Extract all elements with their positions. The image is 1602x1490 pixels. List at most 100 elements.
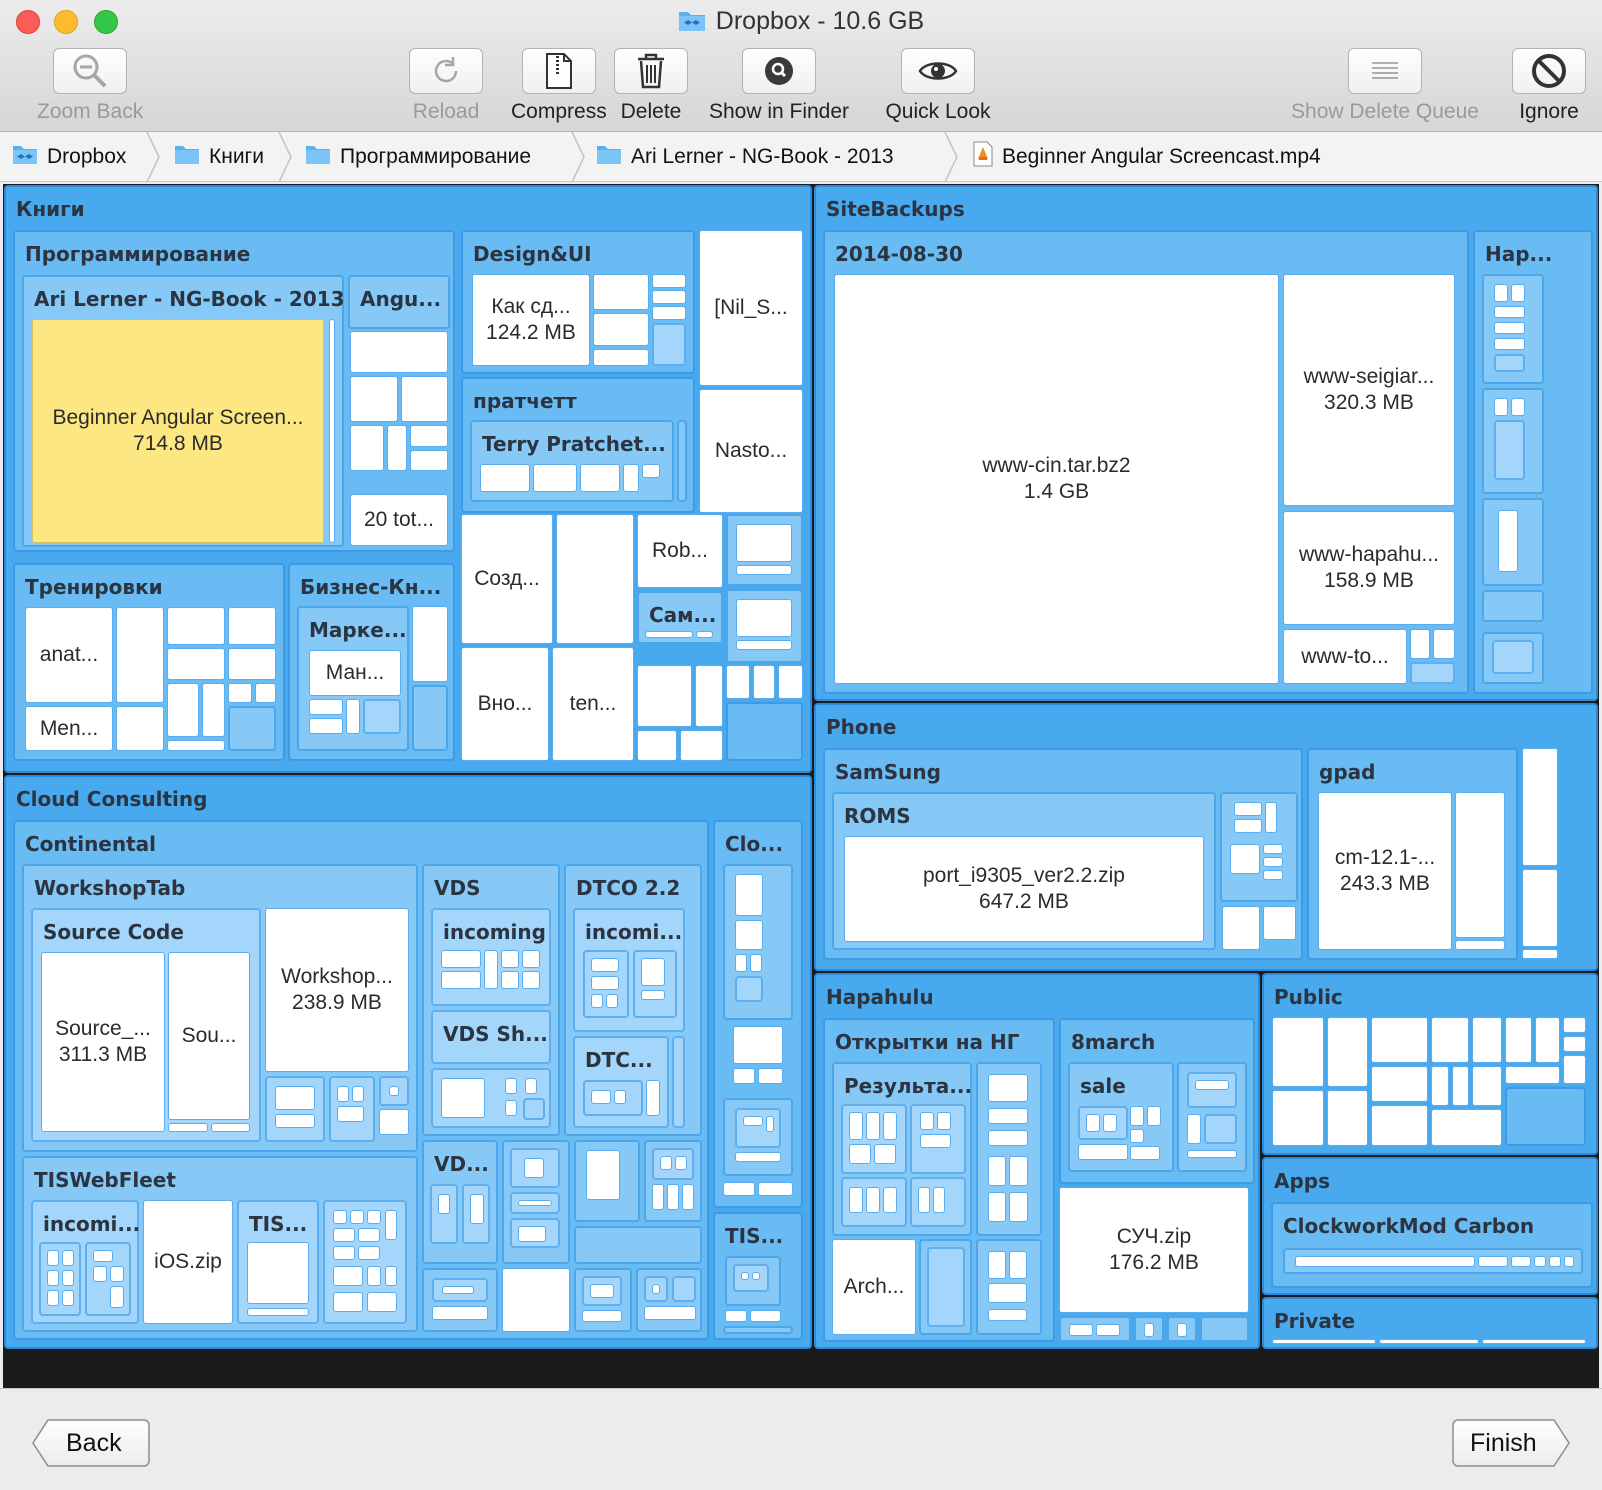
folder-ng-book[interactable]: Ari Lerner - NG-Book - 2013 Beginner Ang… <box>22 275 345 547</box>
file-block[interactable] <box>228 648 276 680</box>
file-block[interactable] <box>637 665 692 727</box>
file-block[interactable] <box>1009 1156 1028 1186</box>
file-block[interactable] <box>168 1123 208 1132</box>
folder-samsung[interactable]: SamSung ROMS port_i9305_ver2.2.zip 647.2 … <box>823 748 1303 960</box>
file-block[interactable] <box>441 971 481 989</box>
file-man[interactable]: Ман... <box>309 650 401 696</box>
file-block[interactable] <box>1009 1192 1028 1222</box>
folder-block[interactable] <box>510 1218 560 1248</box>
file-block[interactable] <box>849 1187 863 1213</box>
file-block[interactable] <box>1472 1066 1502 1106</box>
folder-block[interactable] <box>910 1104 966 1174</box>
file-block[interactable] <box>733 1026 783 1064</box>
file-block[interactable] <box>753 665 775 699</box>
folder-block[interactable] <box>677 420 687 502</box>
file-block[interactable] <box>1535 1017 1560 1063</box>
quick-look-button[interactable]: Quick Look <box>880 48 996 124</box>
folder-block[interactable] <box>723 1098 793 1176</box>
file-block[interactable] <box>736 599 792 637</box>
file-block[interactable] <box>641 990 665 1000</box>
file-block[interactable] <box>167 683 199 737</box>
folder-sam[interactable]: Сам... <box>637 591 723 644</box>
path-item-knigi[interactable]: Книги <box>174 132 264 182</box>
file-block[interactable] <box>358 1228 380 1242</box>
file-block[interactable] <box>441 1078 485 1118</box>
folder-block[interactable] <box>672 1276 696 1302</box>
folder-block[interactable] <box>644 1140 702 1222</box>
folder-block[interactable] <box>723 864 793 1020</box>
file-block[interactable] <box>352 1086 364 1102</box>
file-block[interactable] <box>346 699 360 734</box>
file-block[interactable] <box>93 1266 107 1282</box>
file-block[interactable] <box>501 971 519 989</box>
folder-hap[interactable]: Hap... <box>1473 230 1593 694</box>
file-block[interactable] <box>614 1090 626 1104</box>
folder-pratchett[interactable]: пратчетт Terry Pratchet... <box>461 377 695 513</box>
file-block[interactable] <box>988 1192 1006 1222</box>
file-sou[interactable]: Sou... <box>168 952 250 1120</box>
file-block[interactable] <box>1130 1106 1144 1126</box>
file-block[interactable] <box>652 306 686 320</box>
file-block[interactable] <box>680 730 723 761</box>
file-block[interactable] <box>750 1310 781 1322</box>
folder-block[interactable] <box>523 1098 545 1120</box>
folder-block[interactable] <box>1482 632 1544 684</box>
file-block[interactable] <box>1130 1146 1160 1160</box>
file-block[interactable] <box>333 1246 355 1260</box>
file-ten[interactable]: ten... <box>552 647 634 761</box>
file-block[interactable] <box>667 1184 679 1210</box>
file-sozd[interactable]: Созд... <box>461 514 553 644</box>
file-block[interactable] <box>1295 1256 1475 1267</box>
file-block[interactable] <box>758 1182 793 1196</box>
file-block[interactable] <box>350 425 384 471</box>
file-block[interactable] <box>1096 1324 1120 1336</box>
folder-block[interactable] <box>412 685 448 751</box>
folder-trenirovki[interactable]: Тренировки anat... Men... <box>13 563 285 761</box>
show-in-finder-button[interactable]: Show in Finder <box>709 48 849 124</box>
file-block[interactable] <box>1494 322 1525 334</box>
file-block[interactable] <box>918 1187 930 1213</box>
folder-block[interactable] <box>910 1177 966 1227</box>
file-block[interactable] <box>1511 1256 1531 1267</box>
folder-vds-sh[interactable]: VDS Sh... <box>431 1010 551 1064</box>
file-block[interactable] <box>501 950 519 968</box>
file-block[interactable] <box>309 699 343 715</box>
folder-apps[interactable]: Apps ClockworkMod Carbon <box>1262 1157 1598 1295</box>
file-block[interactable] <box>733 1068 755 1084</box>
file-block[interactable] <box>350 376 398 422</box>
folder-block[interactable] <box>228 706 276 751</box>
folder-block[interactable] <box>1177 1062 1247 1172</box>
file-block[interactable] <box>1563 1055 1586 1084</box>
file-block[interactable] <box>412 606 448 682</box>
folder-block[interactable] <box>976 1239 1042 1335</box>
file-block[interactable] <box>62 1250 74 1266</box>
folder-block[interactable] <box>430 1184 458 1244</box>
file-block[interactable] <box>228 607 276 645</box>
file-block[interactable] <box>367 1210 381 1224</box>
folder-workshoptab[interactable]: WorkshopTab Source Code Source_... 311.3 … <box>22 864 418 1152</box>
folder-block[interactable] <box>927 1247 965 1327</box>
file-anat[interactable]: anat... <box>25 607 113 703</box>
file-block[interactable] <box>736 640 792 650</box>
file-block[interactable] <box>988 1108 1028 1124</box>
file-block[interactable] <box>441 950 481 968</box>
file-block[interactable] <box>752 1272 760 1280</box>
folder-tiswebfleet[interactable]: TISWebFleet incomi... iOS.zip TIS... <box>22 1156 418 1332</box>
folder-block[interactable] <box>1482 498 1544 586</box>
file-block[interactable] <box>920 1112 934 1130</box>
file-block[interactable] <box>62 1290 74 1306</box>
file-block[interactable] <box>883 1187 897 1213</box>
folder-block[interactable] <box>841 1177 907 1227</box>
file-block[interactable] <box>502 1268 570 1332</box>
file-block[interactable] <box>1327 1017 1368 1087</box>
file-block[interactable] <box>660 1156 672 1170</box>
file-block[interactable] <box>1078 1144 1128 1160</box>
file-block[interactable] <box>1263 906 1296 940</box>
file-vno[interactable]: Вно... <box>461 647 549 761</box>
folder-block[interactable] <box>39 1242 81 1316</box>
file-block[interactable] <box>866 1187 880 1213</box>
file-block[interactable] <box>525 1078 537 1094</box>
file-kak-sd[interactable]: Как сд... 124.2 MB <box>472 274 590 366</box>
file-block[interactable] <box>1431 1109 1502 1146</box>
file-block[interactable] <box>389 1086 399 1096</box>
